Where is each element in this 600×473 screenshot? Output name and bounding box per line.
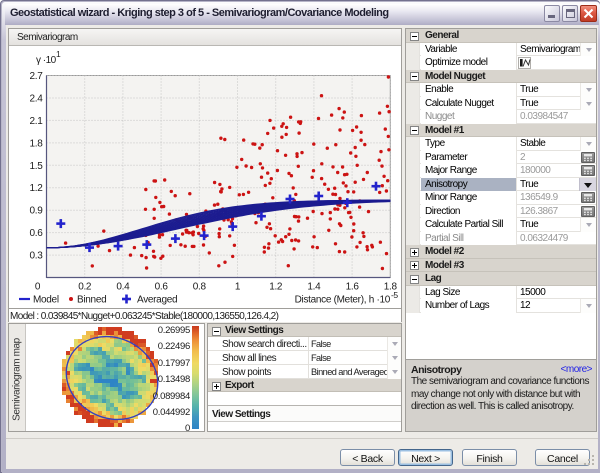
svg-text:Distance (Meter), h ·10: Distance (Meter), h ·10 (295, 295, 391, 306)
svg-text:1.6: 1.6 (346, 282, 360, 293)
svg-text:-5: -5 (391, 290, 398, 300)
svg-text:Model: Model (33, 295, 59, 306)
svg-text:1.2: 1.2 (269, 282, 283, 293)
svg-text:1.4: 1.4 (307, 282, 321, 293)
svg-text:2.1: 2.1 (29, 116, 43, 127)
svg-text:0.6: 0.6 (155, 282, 169, 293)
svg-text:0.3: 0.3 (29, 251, 43, 262)
svg-text:0.4: 0.4 (116, 282, 130, 293)
svg-text:2.7: 2.7 (29, 71, 43, 82)
svg-text:0: 0 (35, 282, 41, 293)
svg-text:1.8: 1.8 (29, 138, 43, 149)
svg-text:γ ·10: γ ·10 (36, 55, 57, 66)
svg-text:Averaged: Averaged (137, 295, 177, 306)
svg-text:1: 1 (235, 282, 241, 293)
svg-text:2.4: 2.4 (29, 94, 43, 105)
svg-text:0.6: 0.6 (29, 228, 43, 239)
svg-text:0.8: 0.8 (193, 282, 207, 293)
svg-text:Binned: Binned (77, 295, 106, 306)
svg-text:0.9: 0.9 (29, 206, 43, 217)
svg-text:0.2: 0.2 (78, 282, 92, 293)
svg-text:1: 1 (56, 49, 61, 59)
svg-text:1.2: 1.2 (29, 183, 43, 194)
svg-text:1.5: 1.5 (29, 161, 43, 172)
